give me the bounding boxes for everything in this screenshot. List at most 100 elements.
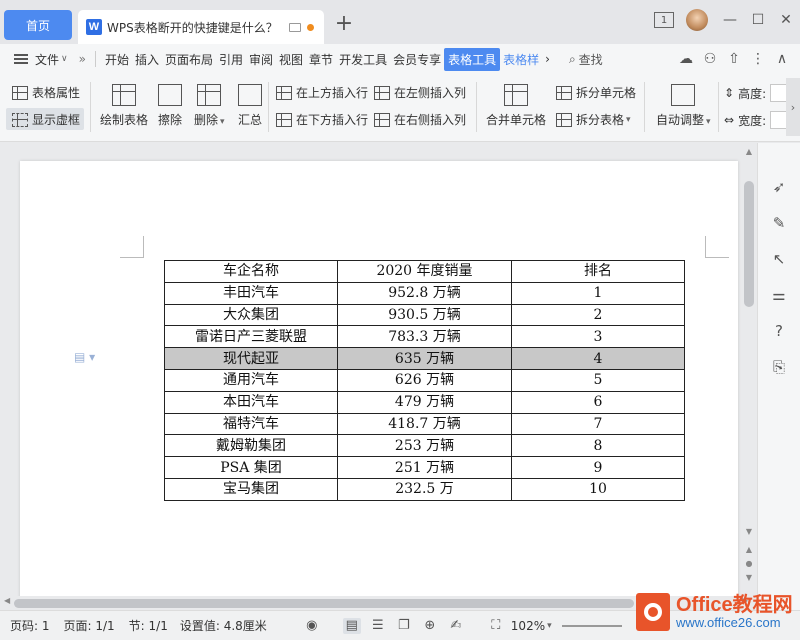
document-page[interactable]: ▤ ▾ 车企名称 2020 年度销量 排名 丰田汽车 952.8 万辆 1 大众集团… xyxy=(20,161,738,601)
table-cell[interactable]: 253 万辆 xyxy=(337,434,512,458)
select-browse-icon[interactable]: ● xyxy=(741,559,757,568)
table-cell[interactable]: 3 xyxy=(511,325,685,349)
table-cell[interactable]: 7 xyxy=(511,412,685,436)
table-cell[interactable]: 现代起亚 xyxy=(164,347,338,370)
close-button[interactable]: ✕ xyxy=(772,8,800,32)
status-pages[interactable]: 页面: 1/1 xyxy=(64,617,115,634)
menu-item-member[interactable]: 会员专享 xyxy=(390,51,444,68)
table-cell[interactable]: 783.3 万辆 xyxy=(337,325,512,349)
show-gridlines-button[interactable]: 显示虚框 xyxy=(12,111,80,128)
status-section[interactable]: 节: 1/1 xyxy=(129,617,168,634)
menu-item-chapter[interactable]: 章节 xyxy=(306,51,336,68)
draw-table-button[interactable]: 绘制表格 xyxy=(100,84,148,128)
insert-row-above-button[interactable]: 在上方插入行 xyxy=(276,84,368,101)
eye-protection-icon[interactable]: ◉ xyxy=(303,618,321,634)
vertical-scroll-thumb[interactable] xyxy=(744,181,754,307)
table-cell[interactable]: 雷诺日产三菱联盟 xyxy=(164,325,338,349)
menu-item-review[interactable]: 审阅 xyxy=(246,51,276,68)
outline-view-icon[interactable]: ☰ xyxy=(369,618,387,634)
more-options-icon[interactable]: ⋮ xyxy=(746,51,770,67)
scroll-down-icon[interactable]: ▼ xyxy=(741,527,757,536)
cloud-sync-icon[interactable]: ☁ xyxy=(674,51,698,67)
summary-button[interactable]: 汇总 xyxy=(238,84,262,128)
write-view-icon[interactable]: ✍ xyxy=(447,618,465,634)
home-tab[interactable]: 首页 xyxy=(4,10,72,40)
scroll-up-icon[interactable]: ▲ xyxy=(741,147,757,156)
split-cells-button[interactable]: 拆分单元格 xyxy=(556,84,636,101)
erase-button[interactable]: 擦除 xyxy=(158,84,182,128)
reading-view-icon[interactable]: ❐ xyxy=(395,618,413,634)
table-cell[interactable]: 1 xyxy=(511,281,685,305)
menu-item-insert[interactable]: 插入 xyxy=(132,51,162,68)
monitor-icon[interactable] xyxy=(289,22,301,32)
menu-item-references[interactable]: 引用 xyxy=(216,51,246,68)
table-cell[interactable]: 8 xyxy=(511,434,685,458)
file-menu[interactable]: 文件 ∨ xyxy=(0,51,76,68)
menu-item-dev-tools[interactable]: 开发工具 xyxy=(336,51,390,68)
minimize-button[interactable]: — xyxy=(716,8,744,32)
avatar[interactable] xyxy=(686,9,708,31)
table-cell[interactable]: 大众集团 xyxy=(164,303,338,327)
table-cell[interactable]: 6 xyxy=(511,390,685,414)
table-header-cell[interactable]: 排名 xyxy=(511,260,685,283)
horizontal-scroll-thumb[interactable] xyxy=(14,599,634,608)
status-setting-value[interactable]: 设置值: 4.8厘米 xyxy=(180,617,267,634)
sales-table[interactable]: 车企名称 2020 年度销量 排名 丰田汽车 952.8 万辆 1 大众集团 930.… xyxy=(164,260,685,501)
chevron-down-icon[interactable]: ▾ xyxy=(547,621,552,631)
document-tab[interactable]: W WPS表格断开的快捷键是什么？ xyxy=(78,10,324,44)
table-cell[interactable]: 本田汽车 xyxy=(164,390,338,414)
help-icon[interactable]: ? xyxy=(769,321,789,341)
delete-button[interactable]: 删除 ▾ xyxy=(194,84,225,128)
table-cell[interactable]: 930.5 万辆 xyxy=(337,303,512,327)
table-cell[interactable]: 福特汽车 xyxy=(164,412,338,436)
more-menu-icon[interactable]: » xyxy=(76,52,89,66)
share-doc-icon[interactable]: ⎘ xyxy=(769,357,789,377)
window-count-button[interactable]: 1 xyxy=(650,8,678,32)
zoom-level[interactable]: 102% xyxy=(511,619,545,633)
collapse-ribbon-icon[interactable]: ∧ xyxy=(770,51,794,67)
prev-page-icon[interactable]: ▲ xyxy=(741,545,757,554)
rocket-icon[interactable]: ➶ xyxy=(769,177,789,197)
table-properties-button[interactable]: 表格属性 xyxy=(12,84,80,101)
table-cell[interactable]: PSA 集团 xyxy=(164,456,338,479)
pen-icon[interactable]: ✎ xyxy=(769,213,789,233)
fit-page-icon[interactable]: ⛶ xyxy=(487,618,505,634)
table-cell[interactable]: 2 xyxy=(511,303,685,327)
ribbon-scroll-right-button[interactable]: › xyxy=(786,78,800,136)
table-cell[interactable]: 5 xyxy=(511,368,685,392)
status-page-number[interactable]: 页码: 1 xyxy=(10,617,50,634)
auto-fit-button[interactable]: 自动调整 ▾ xyxy=(656,84,711,128)
cursor-icon[interactable]: ↖ xyxy=(769,249,789,269)
table-cell[interactable]: 通用汽车 xyxy=(164,368,338,392)
menu-item-view[interactable]: 视图 xyxy=(276,51,306,68)
table-cell[interactable]: 4 xyxy=(511,347,685,370)
table-header-cell[interactable]: 2020 年度销量 xyxy=(337,260,512,283)
menu-item-table-tools[interactable]: 表格工具 xyxy=(444,47,501,71)
insert-row-below-button[interactable]: 在下方插入行 xyxy=(276,111,368,128)
table-cell[interactable]: 丰田汽车 xyxy=(164,281,338,305)
table-cell[interactable]: 9 xyxy=(511,456,685,479)
menu-scroll-right-icon[interactable]: › xyxy=(542,52,553,66)
zoom-slider[interactable] xyxy=(561,624,622,627)
table-cell[interactable]: 479 万辆 xyxy=(337,390,512,414)
paragraph-handle-icon[interactable]: ▤ ▾ xyxy=(74,350,95,364)
scroll-left-icon[interactable]: ◀ xyxy=(4,596,10,605)
table-cell[interactable]: 戴姆勒集团 xyxy=(164,434,338,458)
vertical-scrollbar[interactable]: ▲ ▼ ▲ ● ▼ xyxy=(741,143,757,596)
next-page-icon[interactable]: ▼ xyxy=(741,573,757,582)
maximize-button[interactable]: ☐ xyxy=(744,8,772,32)
new-tab-button[interactable]: + xyxy=(332,12,356,36)
table-cell[interactable]: 626 万辆 xyxy=(337,368,512,392)
table-cell[interactable]: 418.7 万辆 xyxy=(337,412,512,436)
table-cell[interactable]: 635 万辆 xyxy=(337,347,512,370)
table-cell[interactable]: 宝马集团 xyxy=(164,477,338,501)
table-cell[interactable]: 952.8 万辆 xyxy=(337,281,512,305)
collaborate-icon[interactable]: ⚇ xyxy=(698,51,722,67)
insert-column-left-button[interactable]: 在左侧插入列 xyxy=(374,84,466,101)
page-view-icon[interactable]: ▤ xyxy=(342,617,361,634)
table-cell[interactable]: 232.5 万 xyxy=(337,477,512,501)
settings-sliders-icon[interactable]: ⚌ xyxy=(769,285,789,305)
table-header-cell[interactable]: 车企名称 xyxy=(164,260,338,283)
menu-item-page-layout[interactable]: 页面布局 xyxy=(162,51,216,68)
merge-cells-button[interactable]: 合并单元格 xyxy=(486,84,546,128)
